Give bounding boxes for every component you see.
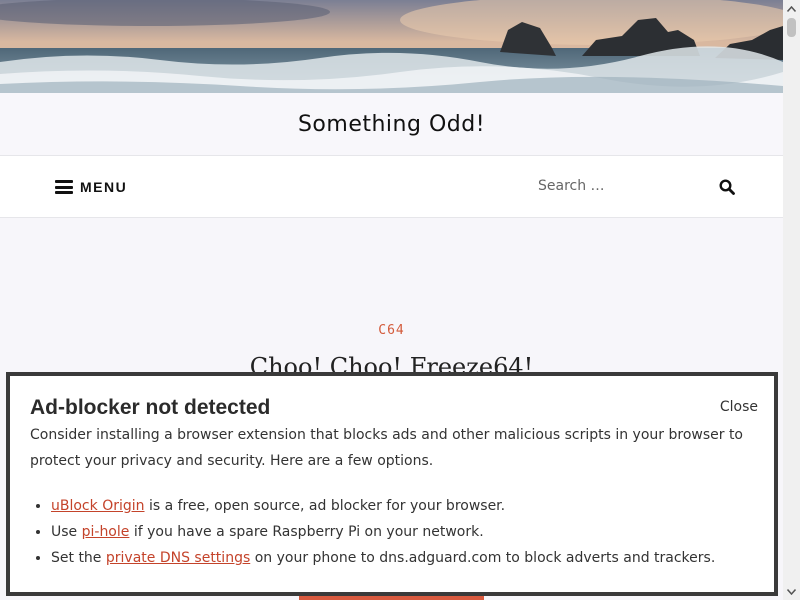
- list-item: Use pi-hole if you have a spare Raspberr…: [51, 519, 781, 545]
- options-list: uBlock Origin is a free, open source, ad…: [30, 493, 781, 571]
- menu-label: MENU: [80, 179, 128, 195]
- close-button[interactable]: Close: [720, 399, 758, 415]
- pi-hole-link[interactable]: pi-hole: [82, 524, 130, 540]
- hamburger-icon: [55, 180, 73, 194]
- search-button[interactable]: [712, 174, 742, 200]
- private-dns-settings-link[interactable]: private DNS settings: [106, 550, 250, 566]
- scroll-down-arrow-icon[interactable]: [783, 583, 800, 600]
- scroll-up-arrow-icon[interactable]: [783, 0, 800, 17]
- adblocker-notice-dialog: Ad-blocker not detected Close Consider i…: [6, 372, 778, 596]
- site-title[interactable]: Something Odd!: [298, 112, 485, 137]
- site-title-bar: Something Odd!: [0, 93, 783, 156]
- dialog-title: Ad-blocker not detected: [30, 396, 271, 419]
- dialog-intro-text: Consider installing a browser extension …: [30, 427, 744, 469]
- search-input[interactable]: [528, 172, 723, 200]
- list-item: Set the private DNS settings on your pho…: [51, 545, 781, 571]
- search-icon: [719, 179, 735, 195]
- vertical-scrollbar[interactable]: [783, 0, 800, 600]
- list-item: uBlock Origin is a free, open source, ad…: [51, 493, 781, 519]
- menu-toggle-button[interactable]: MENU: [55, 178, 127, 196]
- post-category-link[interactable]: C64: [0, 323, 783, 338]
- scrollbar-thumb[interactable]: [787, 18, 796, 37]
- page: Something Odd! MENU C64 Choo! Choo! Free…: [0, 0, 783, 600]
- header-banner-image: [0, 0, 783, 93]
- ublock-origin-link[interactable]: uBlock Origin: [51, 498, 145, 514]
